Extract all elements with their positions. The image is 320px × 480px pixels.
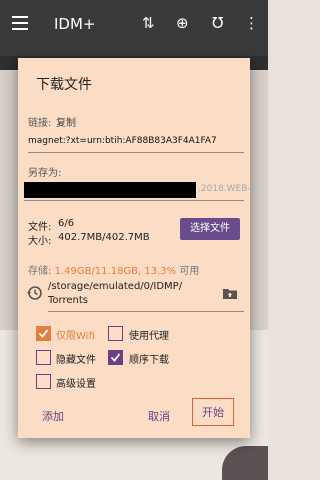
more-icon[interactable]: ⋮ xyxy=(244,14,259,32)
choose-files-button[interactable]: 选择文件 xyxy=(180,218,240,240)
path-line-1: /storage/emulated/0/IDMP/ xyxy=(48,281,183,292)
storage-info: 存储: 1.49GB/11.18GB, 13.3% 可用 xyxy=(28,262,199,277)
files-label: 文件: xyxy=(28,222,52,233)
size-value: 402.7MB/402.7MB xyxy=(58,232,150,243)
menu-icon[interactable] xyxy=(12,16,28,30)
background-panel-right xyxy=(250,70,268,330)
filename-underline xyxy=(24,200,244,201)
magnet-icon[interactable]: Ʊ xyxy=(212,14,223,32)
link-label: 链接: xyxy=(28,118,52,129)
history-icon[interactable] xyxy=(26,285,42,301)
storage-label: 存储: xyxy=(28,266,52,277)
add-button[interactable]: 添加 xyxy=(42,408,64,424)
size-label: 大小: xyxy=(28,236,52,247)
path-underline xyxy=(48,311,244,312)
storage-used: 1.49GB/11.18GB, 13.3% xyxy=(54,266,177,277)
wifi-only-label: 仅限Wifi xyxy=(56,331,95,342)
filename-redacted[interactable] xyxy=(24,182,196,198)
copy-button[interactable]: 复制 xyxy=(56,114,76,129)
sequential-download-checkbox[interactable] xyxy=(108,350,123,365)
browser-icon[interactable]: ⊕ xyxy=(176,14,189,32)
link-underline xyxy=(28,152,244,153)
advanced-settings-label: 高级设置 xyxy=(56,379,96,390)
sort-icon[interactable]: ⇅ xyxy=(142,14,155,32)
filename-tail: .2018.WEB- xyxy=(198,184,251,194)
advanced-settings-checkbox[interactable] xyxy=(36,374,51,389)
path-line-2: Torrents xyxy=(48,295,88,306)
folder-icon[interactable] xyxy=(223,288,237,299)
hide-files-label: 隐藏文件 xyxy=(56,355,96,366)
sequential-download-label: 顺序下载 xyxy=(129,355,169,366)
save-as-label: 另存为: xyxy=(28,168,62,179)
app-title: IDM+ xyxy=(54,15,96,33)
storage-suffix: 可用 xyxy=(179,266,200,277)
background-panel-left xyxy=(0,70,18,330)
app-bar: IDM+ ⇅ ⊕ Ʊ ⋮ xyxy=(0,0,268,56)
save-path[interactable]: /storage/emulated/0/IDMP/ Torrents xyxy=(48,280,208,308)
cancel-button[interactable]: 取消 xyxy=(148,408,170,424)
use-proxy-checkbox[interactable] xyxy=(108,326,123,341)
files-value: 6/6 xyxy=(58,218,75,229)
dialog-title: 下载文件 xyxy=(36,77,92,93)
download-dialog: 下载文件 链接: 复制 magnet:?xt=urn:btih:AF88B83A… xyxy=(18,58,251,438)
use-proxy-label: 使用代理 xyxy=(129,331,169,342)
start-button[interactable]: 开始 xyxy=(202,404,224,420)
link-input[interactable]: magnet:?xt=urn:btih:AF88B83A3F4A1FA7 xyxy=(28,136,246,146)
wifi-only-checkbox[interactable] xyxy=(36,326,51,341)
hide-files-checkbox[interactable] xyxy=(36,350,51,365)
